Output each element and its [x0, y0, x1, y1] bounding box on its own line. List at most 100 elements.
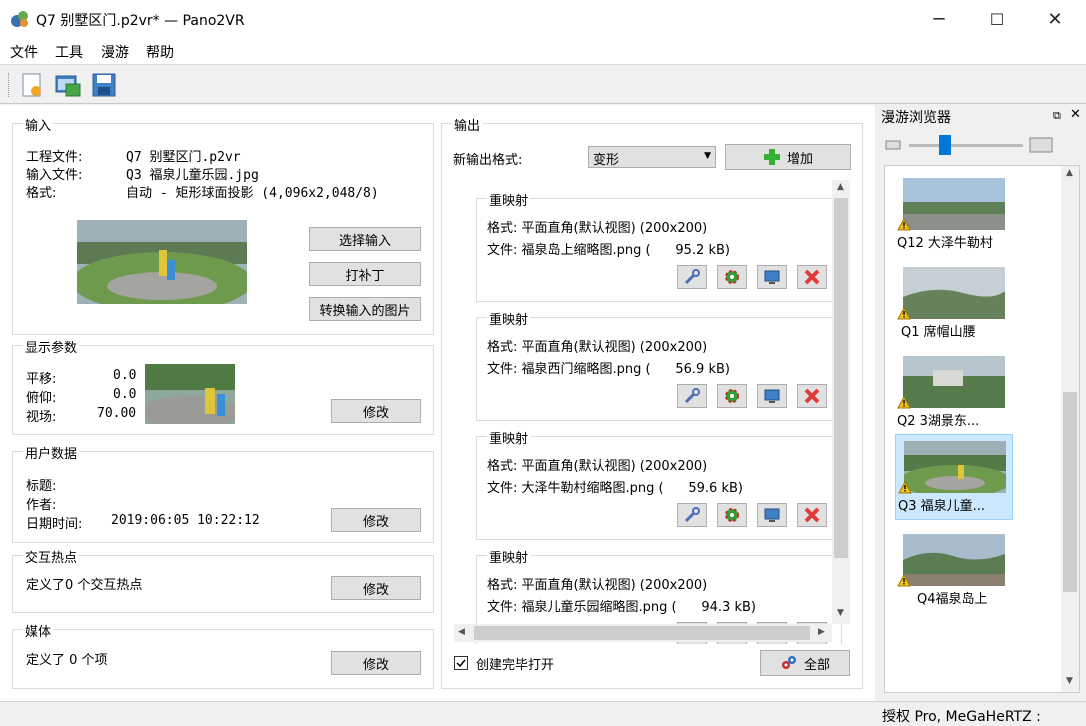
- patch-button[interactable]: 打补丁: [309, 262, 421, 286]
- output-panel: 输出 新输出格式: 变形 ▼ 增加 重映射 格式: 平面直角(默认视图) (20…: [441, 105, 875, 701]
- plus-icon: [763, 149, 780, 165]
- scroll-left-icon[interactable]: ◀: [458, 627, 465, 637]
- remap-title: 重映射: [487, 547, 531, 566]
- remap-item[interactable]: 重映射 格式: 平面直角(默认视图) (200x200) 文件: 福泉西门缩略图…: [476, 309, 842, 421]
- save-icon[interactable]: [90, 71, 118, 99]
- gears-icon: [781, 656, 796, 669]
- display-params-title: 显示参数: [23, 337, 80, 356]
- new-project-icon[interactable]: [18, 71, 46, 99]
- monitor-icon[interactable]: [757, 265, 787, 289]
- select-input-button[interactable]: 选择输入: [309, 227, 421, 251]
- menu-help[interactable]: 帮助: [146, 42, 174, 62]
- slider-handle[interactable]: [939, 135, 951, 155]
- wrench-icon[interactable]: [677, 384, 707, 408]
- warning-icon: [897, 218, 911, 231]
- scroll-up-icon[interactable]: ▲: [837, 182, 844, 192]
- scroll-down-icon[interactable]: ▼: [837, 608, 844, 618]
- open-after-checkbox[interactable]: [454, 656, 468, 670]
- modify-userdata-button[interactable]: 修改: [331, 508, 421, 532]
- gear-icon[interactable]: [717, 503, 747, 527]
- tour-item-label: Q2 3湖景东...: [897, 414, 980, 429]
- minimize-button[interactable]: ─: [910, 0, 968, 38]
- tour-item-q1[interactable]: Q1 席帽山腰: [895, 261, 1013, 346]
- scroll-up-icon[interactable]: ▲: [1066, 168, 1073, 178]
- convert-input-button[interactable]: 转换输入的图片: [309, 297, 421, 321]
- toolbar: [0, 64, 1086, 104]
- remap-item[interactable]: 重映射 格式: 平面直角(默认视图) (200x200) 文件: 福泉岛上缩略图…: [476, 190, 842, 302]
- new-output-format-label: 新输出格式:: [453, 153, 523, 168]
- checkmark-icon: [456, 659, 466, 668]
- modify-display-button[interactable]: 修改: [331, 399, 421, 423]
- tour-scrollbar-thumb[interactable]: [1063, 392, 1077, 592]
- hscrollbar-thumb[interactable]: [474, 626, 810, 640]
- remap-file: 文件: 福泉岛上缩略图.png ( 95.2 kB): [487, 243, 730, 258]
- window-title: Q7 别墅区门.p2vr* — Pano2VR: [36, 13, 245, 29]
- remap-format: 格式: 平面直角(默认视图) (200x200): [487, 340, 708, 355]
- scrollbar-thumb[interactable]: [834, 198, 848, 558]
- project-file-value: Q7 别墅区门.p2vr: [126, 150, 241, 165]
- build-all-button[interactable]: 全部: [760, 650, 850, 676]
- warning-icon: [898, 481, 912, 494]
- tour-thumbnail: [903, 267, 1005, 319]
- scroll-right-icon[interactable]: ▶: [818, 627, 825, 637]
- add-output-button[interactable]: 增加: [725, 144, 851, 170]
- hotspots-title: 交互热点: [23, 547, 80, 566]
- zoom-out-icon[interactable]: [885, 139, 901, 151]
- menu-tools[interactable]: 工具: [55, 42, 83, 62]
- tour-item-q12[interactable]: Q12 大泽牛勒村: [895, 172, 1013, 257]
- menu-tour[interactable]: 漫游: [101, 42, 129, 62]
- output-format-select[interactable]: 变形 ▼: [588, 146, 716, 168]
- datetime-value: 2019:06:05 10:22:12: [111, 513, 260, 528]
- remap-format: 格式: 平面直角(默认视图) (200x200): [487, 221, 708, 236]
- gear-icon[interactable]: [717, 265, 747, 289]
- monitor-icon[interactable]: [757, 384, 787, 408]
- delete-icon[interactable]: [797, 384, 827, 408]
- datetime-label: 日期时间:: [26, 517, 83, 532]
- tilt-value: 0.0: [113, 387, 137, 402]
- thumbnail-size-slider[interactable]: [909, 144, 1023, 147]
- monitor-icon[interactable]: [757, 503, 787, 527]
- pan-label: 平移:: [26, 372, 57, 387]
- tour-item-q3-selected[interactable]: Q3 福泉儿童...: [895, 434, 1013, 520]
- tour-item-q2[interactable]: Q2 3湖景东...: [895, 350, 1013, 435]
- close-button[interactable]: ✕: [1026, 0, 1084, 38]
- toolbar-grip: [8, 73, 11, 97]
- hotspots-count-text: 定义了0 个交互热点: [26, 578, 143, 593]
- menu-bar: 文件 工具 漫游 帮助: [0, 38, 1086, 64]
- left-panel: 输入 工程文件: Q7 别墅区门.p2vr 输入文件: Q3 福泉儿童乐园.jp…: [0, 105, 441, 701]
- tour-item-q4[interactable]: Q4福泉岛上: [895, 528, 1013, 613]
- output-title: 输出: [452, 115, 483, 134]
- wrench-icon[interactable]: [677, 265, 707, 289]
- modify-media-button[interactable]: 修改: [331, 651, 421, 675]
- tour-list-scrollbar[interactable]: ▲ ▼: [1061, 166, 1079, 692]
- input-group-title: 输入: [23, 115, 54, 134]
- zoom-in-icon[interactable]: [1029, 137, 1053, 153]
- delete-icon[interactable]: [797, 265, 827, 289]
- maximize-button[interactable]: ☐: [968, 0, 1026, 38]
- view-preview-image: [145, 364, 235, 424]
- tour-item-label: Q12 大泽牛勒村: [897, 236, 993, 251]
- fov-value: 70.00: [97, 406, 137, 421]
- menu-file[interactable]: 文件: [10, 42, 38, 62]
- remap-item[interactable]: 重映射 格式: 平面直角(默认视图) (200x200) 文件: 大泽牛勒村缩略…: [476, 428, 842, 540]
- tour-item-label: Q1 席帽山腰: [901, 325, 976, 340]
- input-file-label: 输入文件:: [26, 168, 83, 183]
- remap-file: 文件: 福泉西门缩略图.png ( 56.9 kB): [487, 362, 730, 377]
- close-panel-icon[interactable]: ✕: [1070, 107, 1081, 122]
- add-output-label: 增加: [786, 151, 813, 167]
- float-panel-icon[interactable]: ⧉: [1053, 109, 1061, 123]
- gear-icon[interactable]: [717, 384, 747, 408]
- title-bar: Q7 别墅区门.p2vr* — Pano2VR ─ ☐ ✕: [0, 0, 1086, 38]
- tour-thumbnail: [904, 441, 1006, 493]
- wrench-icon[interactable]: [677, 503, 707, 527]
- output-vertical-scrollbar[interactable]: ▲ ▼: [832, 180, 850, 624]
- scroll-down-icon[interactable]: ▼: [1066, 676, 1073, 686]
- warning-icon: [897, 396, 911, 409]
- modify-hotspots-button[interactable]: 修改: [331, 576, 421, 600]
- media-count-text: 定义了 0 个项: [26, 653, 108, 668]
- open-project-icon[interactable]: [54, 71, 82, 99]
- tour-item-label: Q4福泉岛上: [917, 592, 988, 607]
- delete-icon[interactable]: [797, 503, 827, 527]
- output-horizontal-scrollbar[interactable]: ◀ ▶: [454, 624, 832, 642]
- output-format-selected: 变形: [593, 153, 620, 168]
